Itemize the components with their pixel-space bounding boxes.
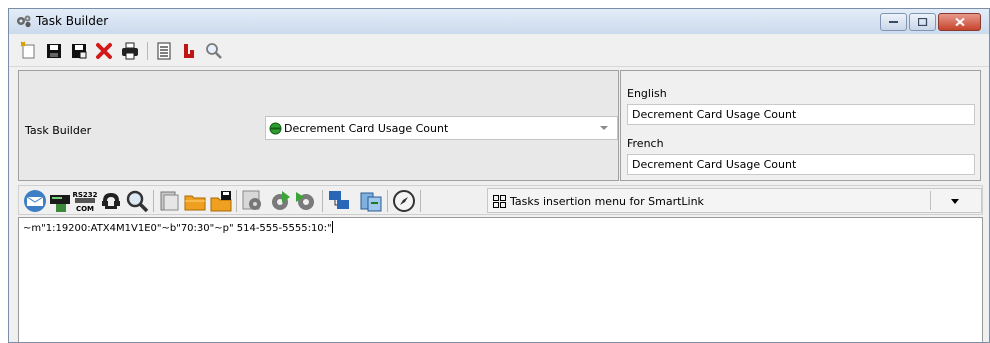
gear-add-icon[interactable] [268,189,292,213]
folder-icon[interactable] [158,189,182,213]
task-builder-body: Task Builder Decrement Card Usage Count … [9,67,989,342]
status-dot-icon [269,122,282,135]
menu-divider [930,191,931,210]
language-panel: English French [620,70,981,181]
text-caret [331,221,333,233]
new-icon[interactable] [18,41,38,61]
toolbar-separator [420,190,421,212]
tasks-insertion-menu[interactable]: Tasks insertion menu for SmartLink [487,188,982,213]
task-select-value: Decrement Card Usage Count [284,122,449,135]
task-select[interactable]: Decrement Card Usage Count [265,116,618,140]
title-bar[interactable]: Task Builder [9,9,989,34]
english-label: English [627,87,667,100]
task-script-content: ~m"1:19200:ATX4M1V1E0"~b"70:30"~p" 514-5… [23,223,332,234]
toolbar-separator [153,190,154,212]
task-insertion-toolbar: RS232 COM Tasks insertion menu for Smart… [18,185,983,215]
chevron-down-icon[interactable] [951,199,959,204]
window-controls [878,13,981,31]
delete-icon[interactable] [94,41,114,61]
print-icon[interactable] [120,41,140,61]
grid-icon [493,195,506,208]
terminal-icon[interactable] [48,189,72,213]
close-button[interactable] [938,13,981,31]
compass-icon[interactable] [392,189,416,213]
search-icon[interactable] [204,41,224,61]
window-title: Task Builder [36,14,109,28]
com-text: COM [76,205,94,213]
minimize-icon [888,21,898,23]
tasks-insertion-menu-label: Tasks insertion menu for SmartLink [510,195,704,208]
link-icon[interactable] [179,41,199,61]
task-builder-window: Task Builder Task Builder Decrement Card… [8,8,990,343]
open-folder-icon[interactable] [183,189,207,213]
toolbar-separator [236,190,237,212]
gear-remove-icon[interactable] [294,189,318,213]
network-icon[interactable] [327,189,351,213]
task-builder-label: Task Builder [25,124,92,137]
save-icon[interactable] [44,41,64,61]
maximize-icon [917,18,927,26]
toolbar-separator [322,190,323,212]
rs232-com-icon[interactable]: RS232 COM [73,189,97,213]
rs232-text: RS232 [73,191,97,199]
french-label: French [627,137,664,150]
phone-icon[interactable] [99,189,123,213]
main-toolbar [9,34,989,67]
settings-icon[interactable] [241,189,265,213]
english-field[interactable] [627,104,975,125]
gear-cluster-icon [17,15,31,28]
task-script-text: ~m"1:19200:ATX4M1V1E0"~b"70:30"~p" 514-5… [23,221,333,234]
close-icon [954,17,965,27]
toolbar-separator [387,190,388,212]
maximize-button[interactable] [909,13,936,31]
save-folder-icon[interactable] [209,189,233,213]
transfer-icon[interactable] [359,189,383,213]
french-field[interactable] [627,154,975,175]
task-panel: Task Builder Decrement Card Usage Count [18,70,619,181]
save-as-icon[interactable] [69,41,89,61]
toolbar-separator [147,42,148,60]
minimize-button[interactable] [880,13,907,31]
email-icon[interactable] [23,189,47,213]
search-card-icon[interactable] [125,189,149,213]
task-script-editor[interactable]: ~m"1:19200:ATX4M1V1E0"~b"70:30"~p" 514-5… [18,217,983,342]
list-icon[interactable] [154,41,174,61]
chevron-down-icon[interactable] [600,126,608,130]
